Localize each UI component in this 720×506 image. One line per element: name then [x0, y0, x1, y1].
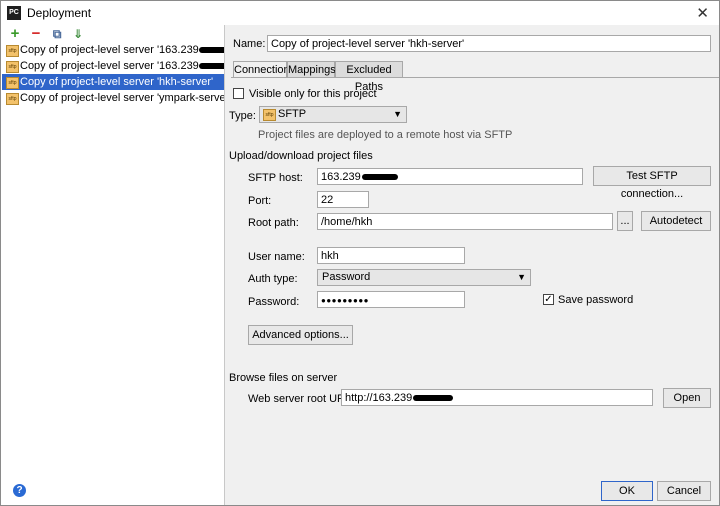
port-input[interactable]: 22 — [317, 191, 369, 208]
window-title: Deployment — [27, 6, 92, 20]
auth-type-select[interactable]: Password ▼ — [317, 269, 531, 286]
tab-connection[interactable]: Connection — [233, 61, 290, 78]
auth-type-value: Password — [322, 271, 371, 283]
redaction-mark — [413, 395, 454, 402]
password-input[interactable]: ●●●●●●●●● — [317, 291, 465, 308]
web-root-label: Web server root URL: — [248, 393, 355, 405]
server-toolbar: + − ⧉ ⇓ — [8, 26, 89, 43]
host-label: SFTP host: — [248, 172, 303, 184]
web-root-value: http://163.239 — [345, 392, 413, 404]
server-item-label: Copy of project-level server '163.239 — [20, 44, 199, 56]
advanced-options-button[interactable]: Advanced options... — [248, 325, 353, 345]
browse-button[interactable]: ... — [617, 211, 633, 231]
autodetect-button[interactable]: Autodetect — [641, 211, 711, 231]
save-password-label: Save password — [558, 294, 634, 306]
user-name-input[interactable]: hkh — [317, 247, 465, 264]
add-icon[interactable]: + — [8, 26, 22, 41]
chevron-down-icon: ▼ — [517, 272, 526, 282]
server-tree: sftp Copy of project-level server '163.2… — [2, 42, 224, 106]
ok-button[interactable]: OK — [601, 481, 653, 501]
type-select[interactable]: sftp SFTP ▼ — [259, 106, 407, 123]
help-icon[interactable]: ? — [13, 484, 26, 497]
sftp-icon: sftp — [6, 93, 19, 105]
tab-excluded-paths[interactable]: Excluded Paths — [335, 61, 403, 93]
sftp-icon: sftp — [6, 77, 19, 89]
server-list-pane: + − ⧉ ⇓ sftp Copy of project-level serve… — [2, 25, 225, 505]
redaction-mark — [198, 47, 224, 54]
tab-divider — [231, 77, 719, 78]
cancel-button[interactable]: Cancel — [657, 481, 711, 501]
root-path-label: Root path: — [248, 217, 299, 229]
name-input[interactable]: Copy of project-level server 'hkh-server… — [267, 35, 711, 52]
sftp-icon: sftp — [263, 109, 276, 121]
server-item[interactable]: sftp Copy of project-level server '163.2… — [2, 58, 224, 74]
user-name-label: User name: — [248, 251, 305, 263]
root-path-input[interactable]: /home/hkh — [317, 213, 613, 230]
type-description: Project files are deployed to a remote h… — [258, 129, 513, 141]
title-bar: PC Deployment ✕ — [1, 1, 719, 25]
close-icon[interactable]: ✕ — [696, 4, 709, 22]
visible-only-checkbox[interactable] — [233, 88, 244, 99]
server-item-selected[interactable]: sftp Copy of project-level server 'hkh-s… — [2, 74, 224, 90]
type-label: Type: — [229, 110, 256, 122]
password-label: Password: — [248, 296, 300, 308]
chevron-down-icon: ▼ — [393, 109, 402, 119]
name-label: Name: — [233, 38, 266, 50]
remove-icon[interactable]: − — [29, 26, 43, 41]
host-input[interactable]: 163.239 — [317, 168, 583, 185]
move-down-icon[interactable]: ⇓ — [71, 27, 85, 41]
server-item-label: Copy of project-level server 'hkh-server… — [20, 76, 214, 88]
copy-icon[interactable]: ⧉ — [50, 27, 64, 41]
host-value: 163.239 — [321, 171, 361, 183]
type-value: SFTP — [278, 108, 307, 120]
server-item[interactable]: sftp Copy of project-level server 'ympar… — [2, 90, 224, 106]
server-item-label: Copy of project-level server '163.239 — [20, 60, 199, 72]
server-item[interactable]: sftp Copy of project-level server '163.2… — [2, 42, 224, 58]
browse-section-title: Browse files on server — [229, 372, 338, 384]
web-root-input[interactable]: http://163.239 — [341, 389, 653, 406]
open-button[interactable]: Open — [663, 388, 711, 408]
deployment-dialog: PC Deployment ✕ + − ⧉ ⇓ sftp Copy of pro… — [0, 0, 720, 506]
app-icon: PC — [7, 6, 21, 20]
server-item-label: Copy of project-level server 'ympark-ser… — [20, 92, 224, 104]
redaction-mark — [198, 63, 224, 70]
tab-mappings[interactable]: Mappings — [287, 61, 336, 78]
sftp-icon: sftp — [6, 61, 19, 73]
server-settings-pane: Name: Copy of project-level server 'hkh-… — [225, 25, 719, 505]
auth-type-label: Auth type: — [248, 273, 298, 285]
upload-section-title: Upload/download project files — [229, 150, 373, 162]
test-connection-button[interactable]: Test SFTP connection... — [593, 166, 711, 200]
save-password-checkbox[interactable]: ✓ — [543, 294, 554, 305]
visible-only-label: Visible only for this project — [249, 88, 377, 100]
redaction-mark — [361, 174, 398, 181]
sftp-icon: sftp — [6, 45, 19, 57]
port-label: Port: — [248, 195, 272, 207]
